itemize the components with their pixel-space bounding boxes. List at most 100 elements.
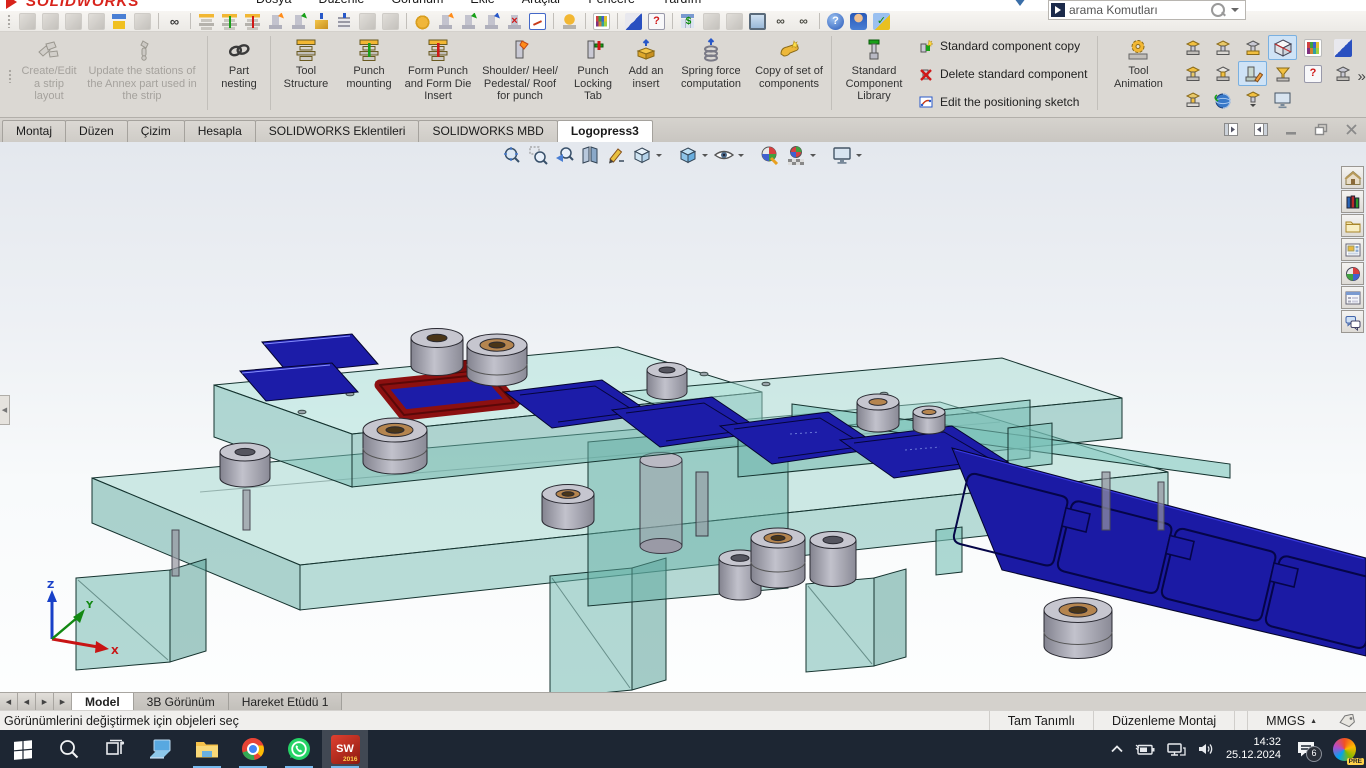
copy-set-of-components-button[interactable]: Copy of set of components bbox=[751, 35, 827, 113]
menu-pencere[interactable]: Pencere bbox=[588, 0, 635, 6]
zoom-to-area-button[interactable] bbox=[526, 144, 550, 166]
menu-duzenle[interactable]: Düzenle bbox=[318, 0, 364, 6]
hide-show-caret-icon[interactable] bbox=[738, 154, 744, 160]
tab-montaj[interactable]: Montaj bbox=[2, 120, 66, 142]
punch-dropdown-button[interactable] bbox=[1238, 87, 1267, 112]
collapse-right-pane-button[interactable] bbox=[1252, 122, 1270, 137]
separator[interactable] bbox=[158, 13, 159, 29]
screen-punch-icon[interactable] bbox=[749, 13, 766, 30]
taskbar-search-button[interactable] bbox=[46, 730, 92, 768]
link-open-icon[interactable]: ∞ bbox=[795, 13, 812, 30]
view-settings-button[interactable] bbox=[830, 144, 854, 166]
view-settings-caret-icon[interactable] bbox=[856, 154, 862, 160]
update-annex-stations-button[interactable]: Update the stations of the Annex part us… bbox=[81, 35, 203, 113]
punch-variant-button[interactable] bbox=[1178, 35, 1207, 60]
menu-dosya[interactable]: Dosya bbox=[256, 0, 291, 6]
close-button[interactable] bbox=[1342, 122, 1360, 137]
design-library-button[interactable] bbox=[1341, 190, 1364, 213]
ribbon-drag-handle[interactable] bbox=[8, 69, 13, 83]
station-down-icon[interactable] bbox=[65, 13, 82, 30]
shoulder-heel-pedestal-roof-button[interactable]: Shoulder/ Heel/ Pedestal/ Roof for punch bbox=[475, 35, 565, 113]
scroll-first-button[interactable]: ◀ bbox=[0, 693, 18, 711]
punch-mounting-icon[interactable] bbox=[221, 13, 238, 30]
color-palette-icon[interactable] bbox=[593, 13, 610, 30]
solidworks-app-button[interactable]: SW2016 bbox=[322, 730, 368, 768]
scroll-left-button[interactable]: ◀ bbox=[18, 693, 36, 711]
feature-pane-collapse-handle[interactable]: ◀ bbox=[0, 395, 10, 425]
tool-animation-icon[interactable] bbox=[561, 13, 578, 30]
form-punch-die-icon[interactable] bbox=[244, 13, 261, 30]
tool-animation-button[interactable]: Tool Animation bbox=[1102, 35, 1174, 113]
punch-variant-button[interactable] bbox=[1238, 35, 1267, 60]
pin-menu-caret-icon[interactable] bbox=[1014, 0, 1026, 11]
model-tab[interactable]: Model bbox=[72, 693, 134, 711]
search-dropdown-caret-icon[interactable] bbox=[1231, 8, 1239, 16]
taskbar-clock[interactable]: 14:32 25.12.2024 bbox=[1226, 736, 1281, 762]
separator[interactable] bbox=[672, 13, 673, 29]
hide-show-items-button[interactable] bbox=[712, 144, 736, 166]
modify-strip-icon[interactable] bbox=[111, 13, 128, 30]
punch-variant-button[interactable] bbox=[1328, 61, 1357, 86]
delete-standard-component-button[interactable]: Delete standard component bbox=[918, 66, 1087, 82]
menu-araclar[interactable]: Araçlar bbox=[522, 0, 562, 6]
strip-pair-icon[interactable] bbox=[134, 13, 151, 30]
punch-locking-tab-button[interactable]: Punch Locking Tab bbox=[565, 35, 621, 113]
die-assembly-model[interactable]: Z X Y bbox=[0, 142, 1366, 692]
unit-system-selector[interactable]: MMGS▲ bbox=[1247, 711, 1335, 731]
part-nesting-button[interactable]: Part nesting bbox=[212, 35, 266, 113]
spring-force-computation-button[interactable]: Spring force computation bbox=[671, 35, 751, 113]
tool-structure-icon[interactable] bbox=[198, 13, 215, 30]
punch-mounting-button[interactable]: Punch mounting bbox=[337, 35, 401, 113]
display-style-button[interactable] bbox=[676, 144, 700, 166]
form-punch-die-insert-button[interactable]: Form Punch and Form Die Insert bbox=[401, 35, 475, 113]
strip-fan-icon[interactable] bbox=[88, 13, 105, 30]
edit-component-button[interactable] bbox=[1238, 61, 1267, 86]
paste-set-icon[interactable] bbox=[382, 13, 399, 30]
strip-option-icon[interactable] bbox=[19, 13, 36, 30]
delete-question-icon[interactable]: ? bbox=[648, 13, 665, 30]
punch-variant-button[interactable] bbox=[1178, 87, 1207, 112]
punch-variant-button[interactable] bbox=[1208, 61, 1237, 86]
tab-logopress3[interactable]: Logopress3 bbox=[557, 120, 653, 142]
delete-standard-icon[interactable]: × bbox=[506, 13, 523, 30]
pc-shortcut-button[interactable] bbox=[138, 730, 184, 768]
add-insert-button[interactable]: Add an insert bbox=[621, 35, 671, 113]
copilot-button[interactable]: PRE bbox=[1333, 738, 1356, 761]
whatsapp-button[interactable] bbox=[276, 730, 322, 768]
separator[interactable] bbox=[190, 13, 191, 29]
zoom-fit-button[interactable] bbox=[500, 144, 524, 166]
punch-funnel-button[interactable] bbox=[1268, 61, 1297, 86]
separator[interactable] bbox=[553, 13, 554, 29]
toolbar-drag-handle[interactable] bbox=[7, 14, 12, 28]
appearances-button[interactable] bbox=[1341, 262, 1364, 285]
apply-scene-button[interactable] bbox=[784, 144, 808, 166]
notification-center-button[interactable]: 6 bbox=[1296, 740, 1316, 758]
standard-component-copy-button[interactable]: Standard component copy bbox=[918, 38, 1087, 54]
tag-icon[interactable] bbox=[1339, 714, 1356, 728]
color-palette-button[interactable] bbox=[1298, 35, 1327, 60]
spring-force-icon[interactable] bbox=[336, 13, 353, 30]
motion-study-tab[interactable]: Hareket Etüdü 1 bbox=[229, 693, 343, 711]
view-orientation-caret-icon[interactable] bbox=[656, 154, 662, 160]
create-edit-strip-layout-button[interactable]: Create/Edit a strip layout bbox=[17, 35, 81, 113]
3d-views-tab[interactable]: 3B Görünüm bbox=[134, 693, 229, 711]
custom-properties-button[interactable] bbox=[1341, 286, 1364, 309]
help-icon[interactable]: ? bbox=[827, 13, 844, 30]
restore-button[interactable] bbox=[1312, 122, 1330, 137]
save-die-set-icon[interactable] bbox=[625, 13, 642, 30]
separator[interactable] bbox=[585, 13, 586, 29]
separator[interactable] bbox=[406, 13, 407, 29]
edit-positioning-sketch-button[interactable]: Edit the positioning sketch bbox=[918, 94, 1087, 110]
tab-duzen[interactable]: Düzen bbox=[65, 120, 128, 142]
table-gray-icon[interactable] bbox=[703, 13, 720, 30]
document-gray-icon[interactable] bbox=[726, 13, 743, 30]
punch-locking-tab-icon[interactable] bbox=[290, 13, 307, 30]
tutor-icon[interactable] bbox=[850, 13, 867, 30]
graphics-area[interactable]: Z X Y bbox=[0, 142, 1366, 692]
station-up-icon[interactable] bbox=[42, 13, 59, 30]
standard-copy-icon[interactable] bbox=[437, 13, 454, 30]
separator[interactable] bbox=[617, 13, 618, 29]
collapse-left-pane-button[interactable] bbox=[1222, 122, 1240, 137]
standard-green-icon[interactable] bbox=[460, 13, 477, 30]
apply-scene-caret-icon[interactable] bbox=[810, 154, 816, 160]
